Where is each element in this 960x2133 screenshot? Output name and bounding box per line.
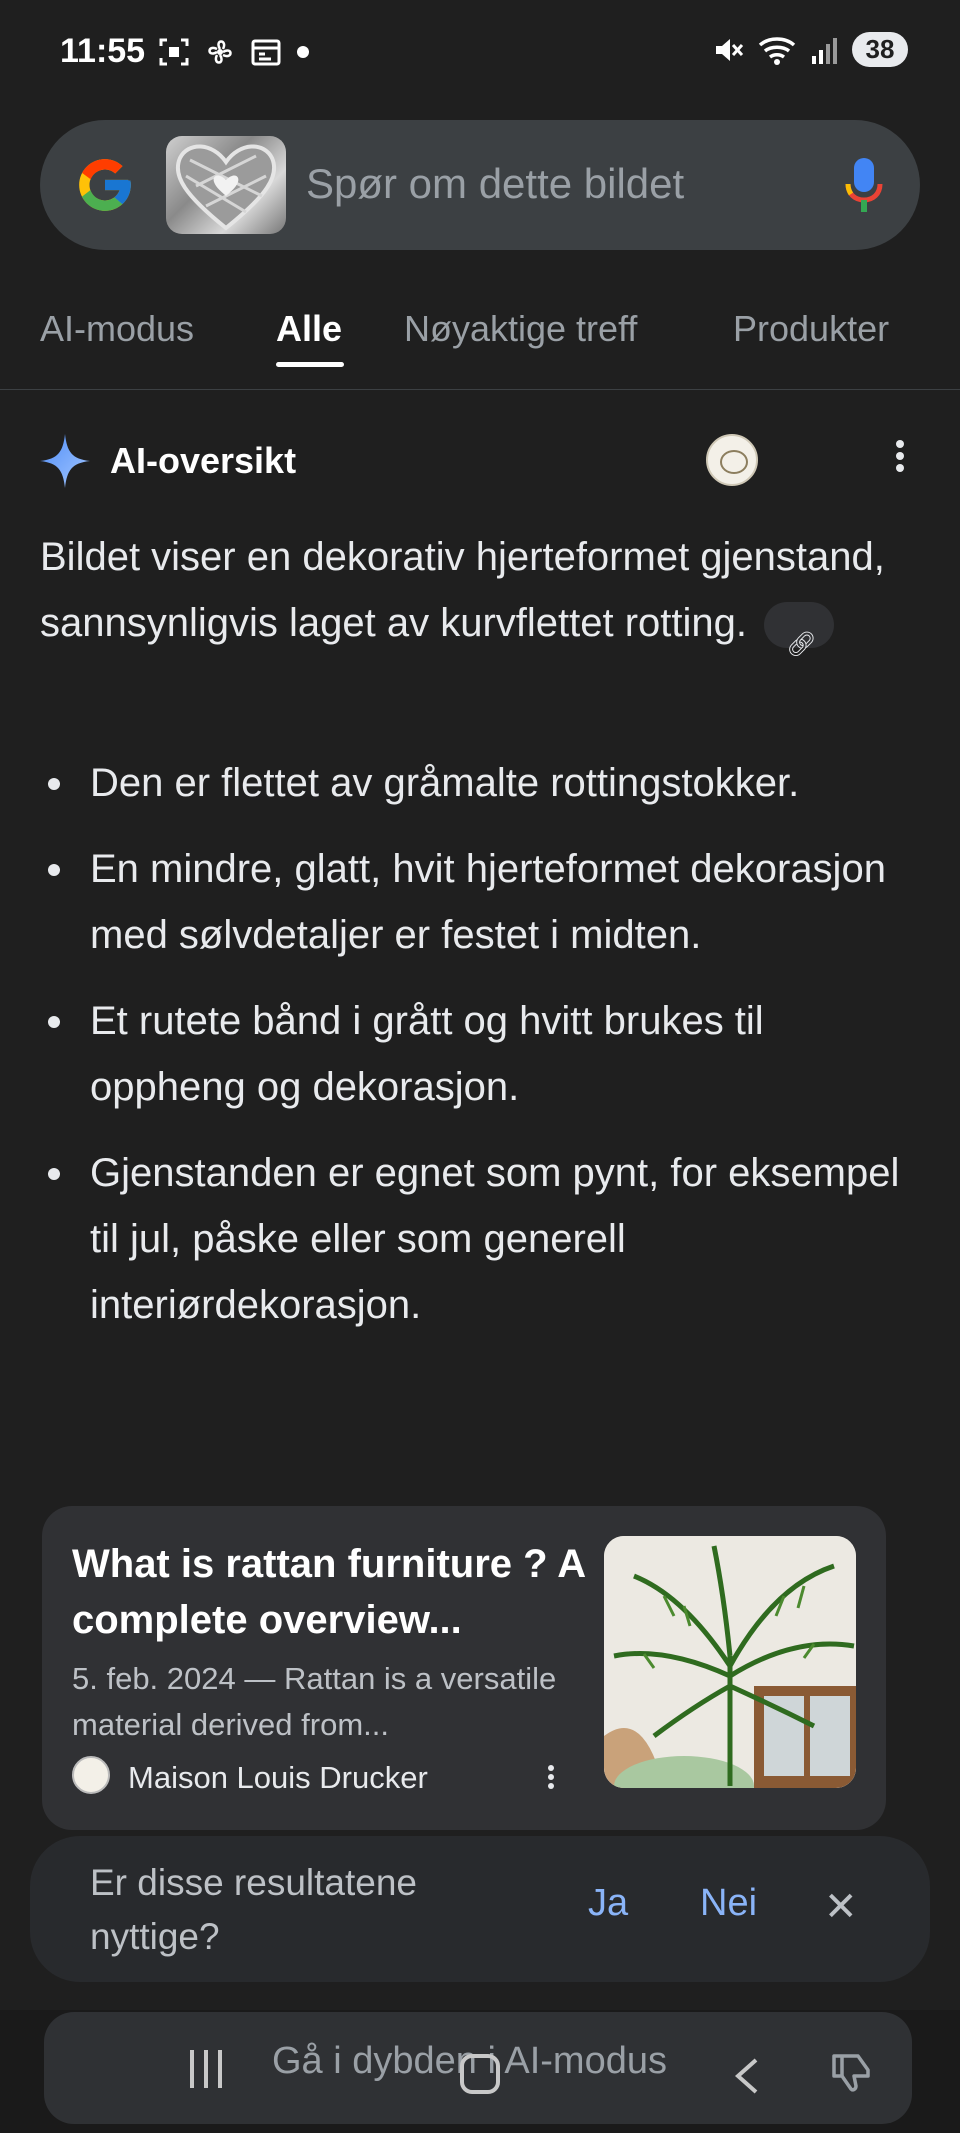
ai-overview-summary-text: Bildet viser en dekorativ hjerteformet g… bbox=[40, 535, 885, 645]
status-notification-icons bbox=[158, 36, 310, 68]
list-item: Den er flettet av gråmalte rottingstokke… bbox=[40, 750, 920, 816]
home-button[interactable] bbox=[460, 2054, 500, 2094]
feedback-yes-button[interactable]: Ja bbox=[588, 1882, 628, 1925]
list-item: En mindre, glatt, hvit hjerteformet deko… bbox=[40, 836, 920, 968]
ai-overview-header: AI-oversikt bbox=[40, 432, 920, 492]
feedback-panel: Er disse resultatene nyttige? Ja Nei ✕ bbox=[30, 1836, 930, 1982]
back-button-icon[interactable] bbox=[730, 2056, 770, 2096]
mic-icon[interactable] bbox=[844, 156, 884, 216]
dot-icon bbox=[297, 46, 309, 58]
search-bar[interactable]: Spør om dette bildet bbox=[40, 120, 920, 250]
citation-link-button[interactable]: 🔗︎ bbox=[764, 602, 835, 658]
calendar-icon bbox=[251, 39, 281, 66]
mute-icon bbox=[716, 38, 744, 61]
source-card-title[interactable]: What is rattan furniture ? A complete ov… bbox=[72, 1536, 612, 1648]
status-system-icons: 38 bbox=[712, 32, 908, 67]
palm-plant-image-graphic bbox=[604, 1536, 856, 1788]
recents-button[interactable] bbox=[190, 2050, 232, 2090]
more-options-icon[interactable] bbox=[890, 436, 910, 486]
tab-ai-mode[interactable]: AI-modus bbox=[40, 308, 194, 350]
tab-products[interactable]: Produkter bbox=[733, 308, 889, 350]
source-card[interactable]: What is rattan furniture ? A complete ov… bbox=[42, 1506, 886, 1830]
search-image-thumbnail[interactable] bbox=[166, 136, 286, 234]
page: 11:55 38 Spør om dette bildet AI-modus A… bbox=[0, 0, 960, 2133]
feedback-question: Er disse resultatene nyttige? bbox=[90, 1862, 418, 1957]
wifi-icon bbox=[758, 36, 796, 65]
search-input[interactable]: Spør om dette bildet bbox=[306, 160, 684, 208]
tab-exact-matches[interactable]: Nøyaktige treff bbox=[404, 308, 637, 350]
search-tabs: AI-modus Alle Nøyaktige treff Produkter bbox=[0, 290, 960, 390]
ai-sparkle-icon bbox=[40, 434, 90, 488]
heart-thumbnail-graphic bbox=[175, 144, 277, 231]
ai-overview-title: AI-oversikt bbox=[110, 440, 297, 481]
ai-overview-bullets: Den er flettet av gråmalte rottingstokke… bbox=[40, 750, 920, 1358]
thumbs-down-icon[interactable] bbox=[828, 2050, 876, 2098]
tab-all[interactable]: Alle bbox=[276, 308, 342, 350]
signal-icon bbox=[812, 37, 837, 64]
source-card-image[interactable] bbox=[604, 1536, 856, 1788]
card-more-options-icon[interactable] bbox=[544, 1762, 558, 1802]
status-time: 11:55 bbox=[60, 32, 146, 70]
source-card-site: Maison Louis Drucker bbox=[128, 1760, 428, 1795]
active-tab-indicator bbox=[276, 362, 344, 367]
link-icon: 🔗︎ bbox=[786, 631, 817, 659]
source-card-snippet: 5. feb. 2024 — Rattan is a versatile mat… bbox=[72, 1661, 557, 1742]
status-bar: 11:55 38 bbox=[0, 0, 960, 108]
feedback-no-button[interactable]: Nei bbox=[700, 1882, 757, 1925]
ai-overview-summary: Bildet viser en dekorativ hjerteformet g… bbox=[40, 524, 920, 658]
source-favicon-icon bbox=[72, 1756, 110, 1794]
fan-icon bbox=[208, 40, 232, 64]
battery-indicator: 38 bbox=[852, 32, 908, 67]
source-avatar-icon[interactable] bbox=[706, 434, 758, 486]
close-icon[interactable]: ✕ bbox=[824, 1884, 858, 1930]
google-logo-icon[interactable] bbox=[74, 154, 136, 216]
list-item: Et rutete bånd i grått og hvitt brukes t… bbox=[40, 988, 920, 1120]
list-item: Gjenstanden er egnet som pynt, for eksem… bbox=[40, 1140, 920, 1338]
screenshot-icon bbox=[159, 38, 189, 66]
